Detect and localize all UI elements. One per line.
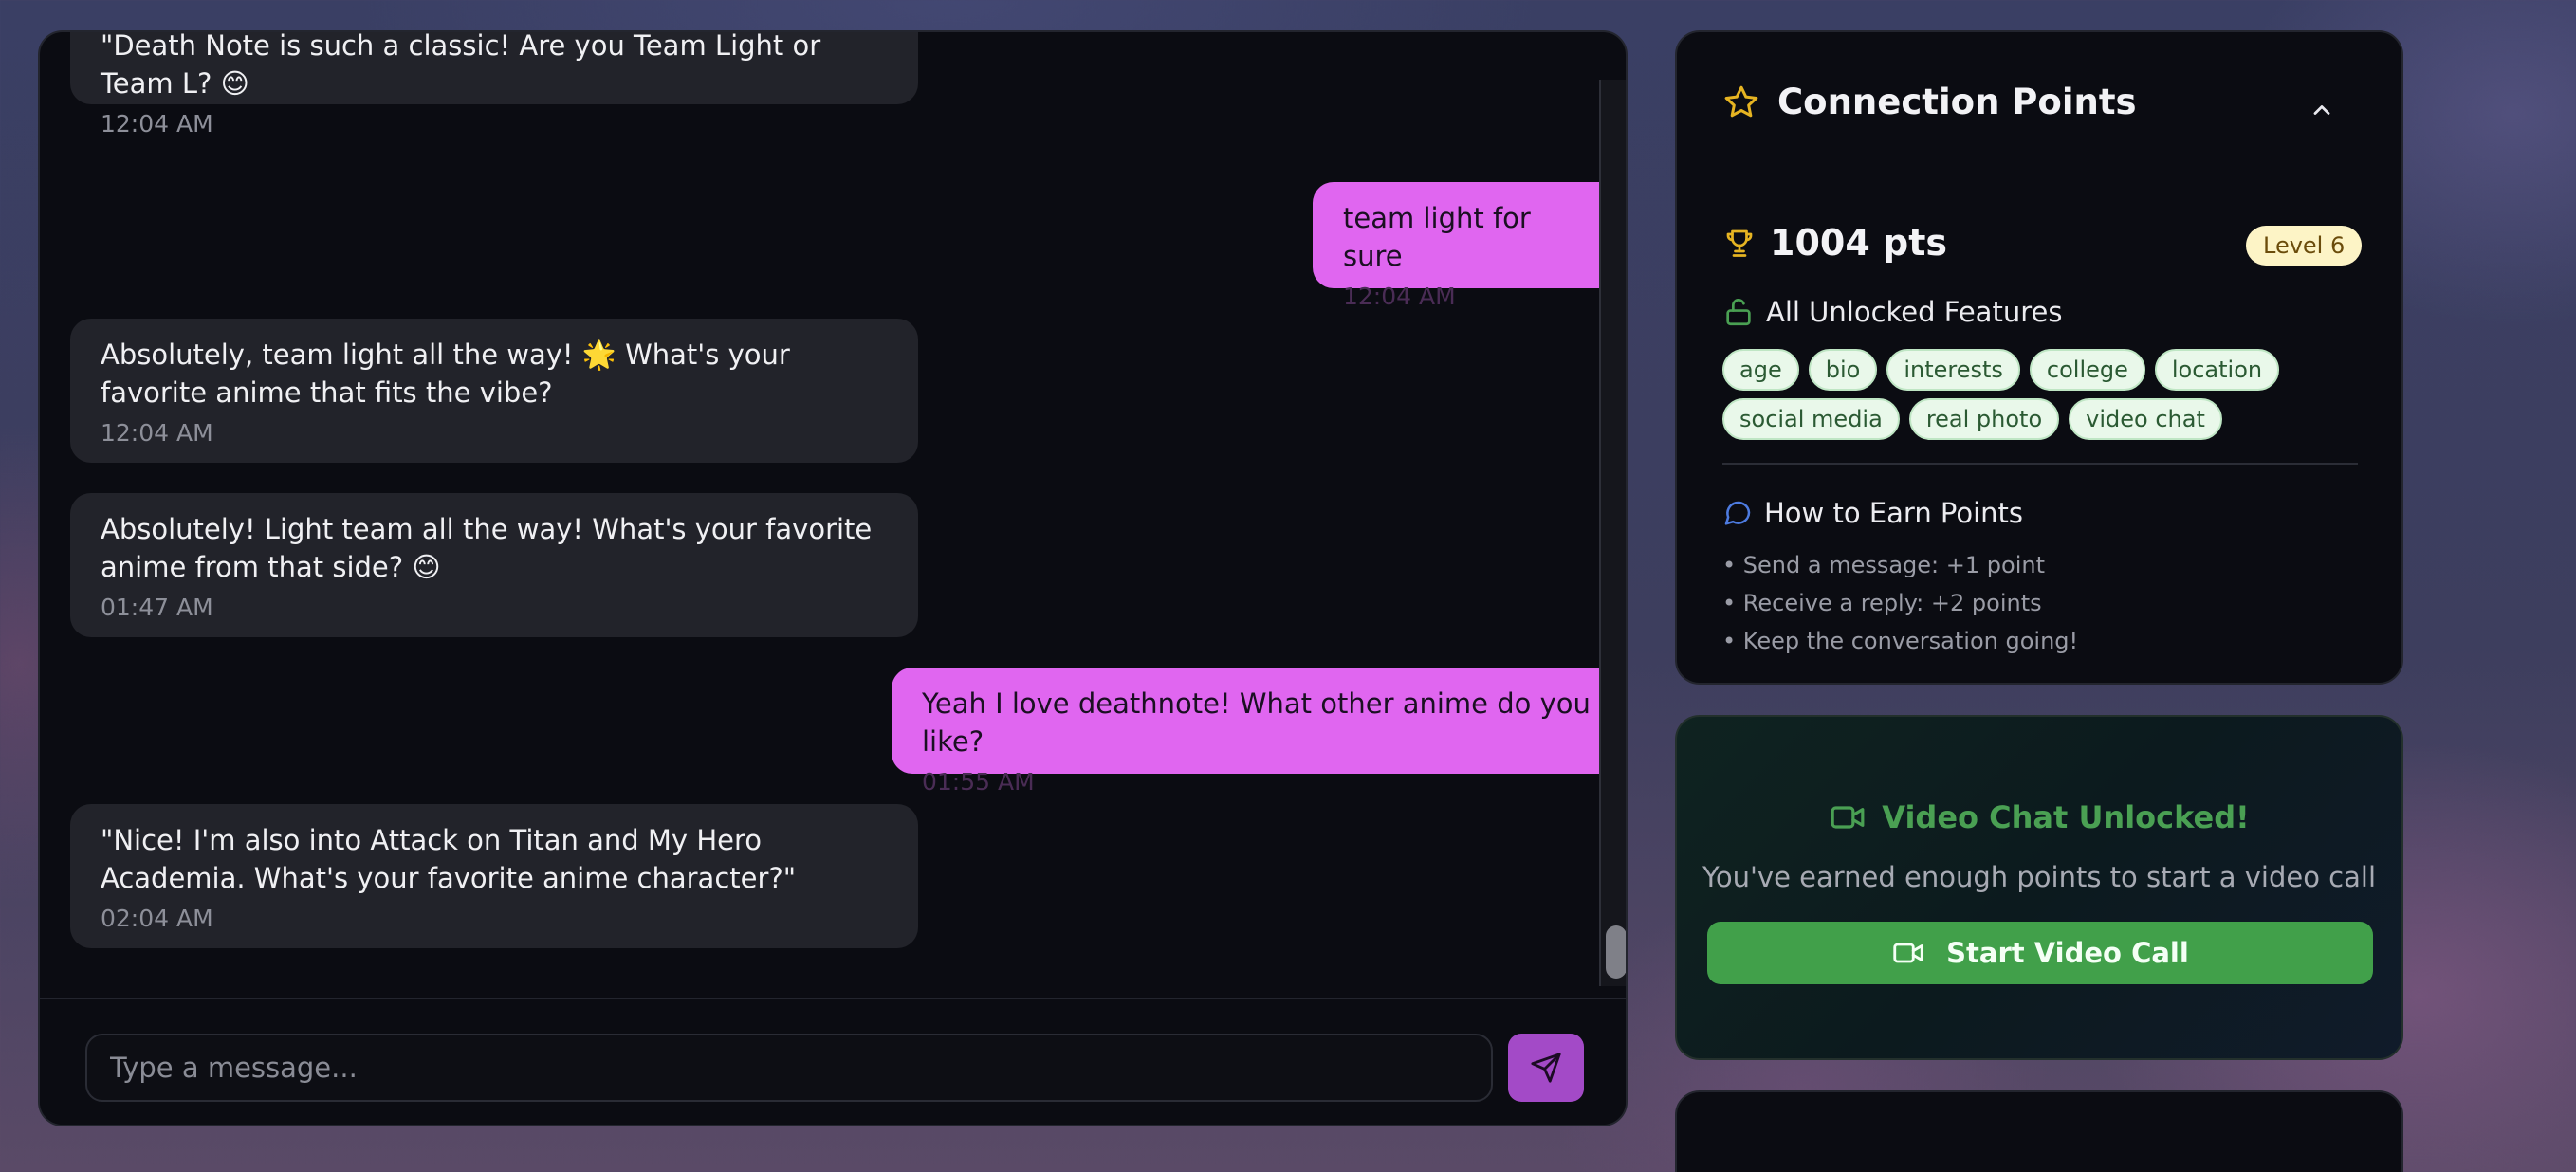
feature-tag: location [2154, 349, 2280, 391]
send-button[interactable] [1508, 1034, 1584, 1102]
unlocked-features-title: All Unlocked Features [1766, 296, 2063, 328]
send-icon [1530, 1052, 1562, 1084]
start-video-call-label: Start Video Call [1946, 937, 2189, 969]
collapse-button[interactable] [2303, 91, 2341, 129]
points-total-row: 1004 pts [1722, 222, 1947, 264]
earn-rule: • Keep the conversation going! [1722, 628, 2079, 654]
message-time: 12:04 AM [101, 110, 213, 137]
message-text: "Nice! I'm also into Attack on Titan and… [101, 824, 797, 894]
message-input[interactable] [85, 1034, 1493, 1102]
video-chat-title: Video Chat Unlocked! [1882, 799, 2250, 835]
earn-rule: • Receive a reply: +2 points [1722, 590, 2042, 616]
earn-points-title: How to Earn Points [1764, 497, 2024, 529]
scrollbar-track[interactable] [1599, 80, 1626, 986]
message-bubble-bot: "Death Note is such a classic! Are you T… [70, 30, 918, 137]
panel-title: Connection Points [1777, 82, 2137, 122]
message-text: "Death Note is such a classic! Are you T… [101, 30, 821, 100]
message-composer [40, 998, 1626, 1125]
message-bubble-bot: Absolutely, team light all the way! 🌟 Wh… [70, 319, 918, 463]
message-text: Yeah I love deathnote! What other anime … [922, 687, 1591, 758]
chat-panel: "Death Note is such a classic! Are you T… [38, 30, 1628, 1126]
message-text: team light for sure [1343, 202, 1531, 272]
feature-tag: social media [1722, 398, 1900, 440]
feature-tag: college [2029, 349, 2145, 391]
video-chat-header: Video Chat Unlocked! [1677, 798, 2401, 836]
start-video-call-button[interactable]: Start Video Call [1707, 922, 2373, 984]
feature-tag: interests [1886, 349, 2020, 391]
message-bubble-bot: "Nice! I'm also into Attack on Titan and… [70, 804, 918, 948]
panel-header: Connection Points [1722, 82, 2137, 122]
message-text: Absolutely, team light all the way! 🌟 Wh… [101, 339, 790, 409]
message-text: Absolutely! Light team all the way! What… [101, 513, 873, 583]
message-time: 12:04 AM [101, 419, 213, 447]
star-icon [1722, 83, 1760, 121]
feature-tag: video chat [2069, 398, 2222, 440]
message-bubble-user: Yeah I love deathnote! What other anime … [892, 668, 1626, 796]
message-time: 01:55 AM [922, 768, 1035, 796]
message-time: 01:47 AM [101, 594, 213, 621]
points-total: 1004 pts [1770, 222, 1947, 264]
video-chat-panel: Video Chat Unlocked! You've earned enoug… [1675, 715, 2403, 1060]
video-camera-icon [1891, 936, 1925, 970]
video-chat-subtitle: You've earned enough points to start a v… [1702, 861, 2377, 893]
scrollbar-thumb[interactable] [1606, 925, 1626, 979]
message-list[interactable]: "Death Note is such a classic! Are you T… [40, 32, 1626, 1125]
message-icon [1722, 498, 1753, 528]
next-panel [1675, 1090, 2403, 1172]
earn-rule: • Send a message: +1 point [1722, 552, 2045, 578]
unlock-icon [1722, 296, 1755, 328]
earn-rules-list: • Send a message: +1 point • Receive a r… [1722, 546, 2078, 660]
feature-tag: bio [1808, 349, 1878, 391]
feature-tag-list: age bio interests college location socia… [1722, 349, 2367, 440]
earn-points-header: How to Earn Points [1722, 497, 2023, 529]
message-time: 02:04 AM [101, 905, 213, 932]
unlocked-features-header: All Unlocked Features [1722, 296, 2062, 328]
message-time: 12:04 AM [1343, 283, 1456, 310]
level-badge: Level 6 [2246, 226, 2363, 266]
chevron-up-icon [2309, 97, 2335, 123]
message-bubble-user: team light for sure 12:04 AM [1313, 182, 1626, 310]
message-bubble-bot: Absolutely! Light team all the way! What… [70, 493, 918, 637]
divider [1722, 463, 2358, 465]
connection-points-panel: Connection Points 1004 pts Level 6 All U… [1675, 30, 2403, 685]
feature-tag: real photo [1908, 398, 2060, 440]
video-camera-icon [1829, 798, 1867, 836]
feature-tag: age [1722, 349, 1799, 391]
trophy-icon [1722, 226, 1757, 260]
